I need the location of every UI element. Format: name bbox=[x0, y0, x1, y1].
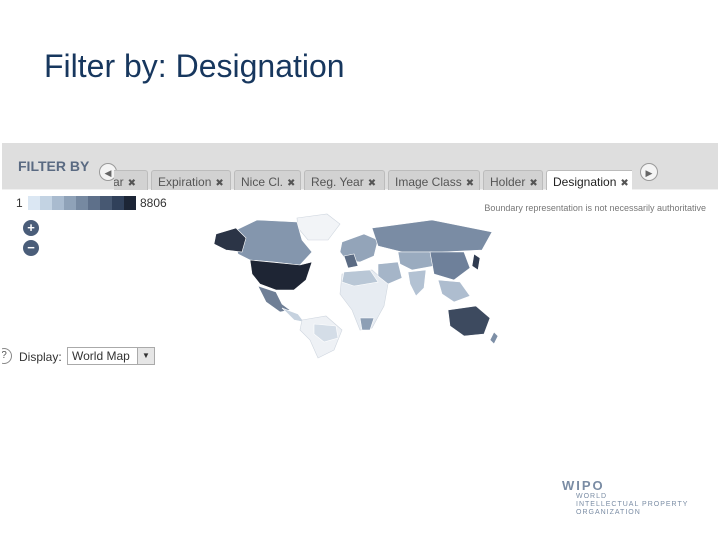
chevron-right-icon[interactable]: ▶ bbox=[640, 163, 658, 181]
legend-swatch bbox=[52, 196, 64, 210]
help-icon[interactable]: ? bbox=[2, 348, 12, 364]
tab-label: Nice Cl. bbox=[241, 175, 284, 189]
close-icon[interactable]: ✖ bbox=[620, 178, 628, 189]
region-usa bbox=[249, 259, 313, 291]
close-icon[interactable]: ✖ bbox=[466, 178, 474, 189]
region-china bbox=[429, 251, 471, 281]
screenshot-panel: FILTER BY ◀ ▶ ar ✖ Expiration ✖ Nice Cl. ✖ … bbox=[2, 143, 718, 396]
zoom-in-icon[interactable]: + bbox=[23, 220, 39, 236]
wipo-logo: WIPO WORLD INTELLECTUAL PROPERTY ORGANIZ… bbox=[562, 478, 688, 517]
boundary-disclaimer: Boundary representation is not necessari… bbox=[484, 203, 706, 213]
wipo-logo-line: WORLD bbox=[576, 493, 608, 500]
close-icon[interactable]: ✖ bbox=[287, 178, 295, 189]
slide-title: Filter by: Designation bbox=[44, 48, 345, 84]
region-new-zealand bbox=[489, 331, 499, 345]
display-select[interactable]: World Map ▼ bbox=[67, 347, 155, 365]
filter-tab-bar: FILTER BY ◀ ▶ ar ✖ Expiration ✖ Nice Cl. ✖ … bbox=[2, 143, 718, 193]
wipo-logo-line: ORGANIZATION bbox=[576, 509, 641, 516]
legend-swatch bbox=[112, 196, 124, 210]
legend-swatch bbox=[40, 196, 52, 210]
region-central-america bbox=[281, 307, 305, 323]
tab-label: Holder bbox=[490, 175, 526, 189]
legend-swatch bbox=[88, 196, 100, 210]
legend-swatch bbox=[124, 196, 136, 210]
close-icon[interactable]: ✖ bbox=[128, 178, 136, 189]
legend-max: 8806 bbox=[140, 196, 167, 210]
wipo-logo-line: INTELLECTUAL PROPERTY bbox=[576, 501, 689, 508]
zoom-out-icon[interactable]: − bbox=[23, 240, 39, 256]
legend-swatch bbox=[64, 196, 76, 210]
map-area: 1 8806 Boundary representation is not ne… bbox=[2, 190, 718, 396]
legend-min: 1 bbox=[16, 196, 23, 210]
display-select-value: World Map bbox=[72, 349, 130, 363]
close-icon[interactable]: ✖ bbox=[215, 178, 223, 189]
chevron-down-icon[interactable]: ▼ bbox=[137, 348, 154, 364]
region-russia bbox=[371, 219, 493, 253]
world-map[interactable] bbox=[202, 210, 502, 360]
tab-label: Expiration bbox=[158, 175, 212, 189]
tab-label: Image Class bbox=[395, 175, 462, 189]
filter-by-label: FILTER BY bbox=[18, 158, 90, 174]
wipo-logo-name: WIPO bbox=[562, 478, 605, 493]
legend-swatch bbox=[28, 196, 40, 210]
close-icon[interactable]: ✖ bbox=[529, 178, 537, 189]
region-central-asia bbox=[397, 251, 435, 271]
legend-swatch bbox=[76, 196, 88, 210]
region-southeast-asia bbox=[437, 279, 471, 303]
tab-label: ar bbox=[114, 175, 124, 189]
region-japan bbox=[471, 253, 481, 271]
display-label: Display: bbox=[19, 350, 62, 364]
region-australia bbox=[447, 305, 491, 337]
region-greenland bbox=[296, 213, 341, 241]
close-icon[interactable]: ✖ bbox=[368, 178, 376, 189]
legend-swatch bbox=[100, 196, 112, 210]
tab-label: Reg. Year bbox=[311, 175, 364, 189]
region-india bbox=[407, 269, 427, 297]
tab-label: Designation bbox=[553, 175, 617, 189]
